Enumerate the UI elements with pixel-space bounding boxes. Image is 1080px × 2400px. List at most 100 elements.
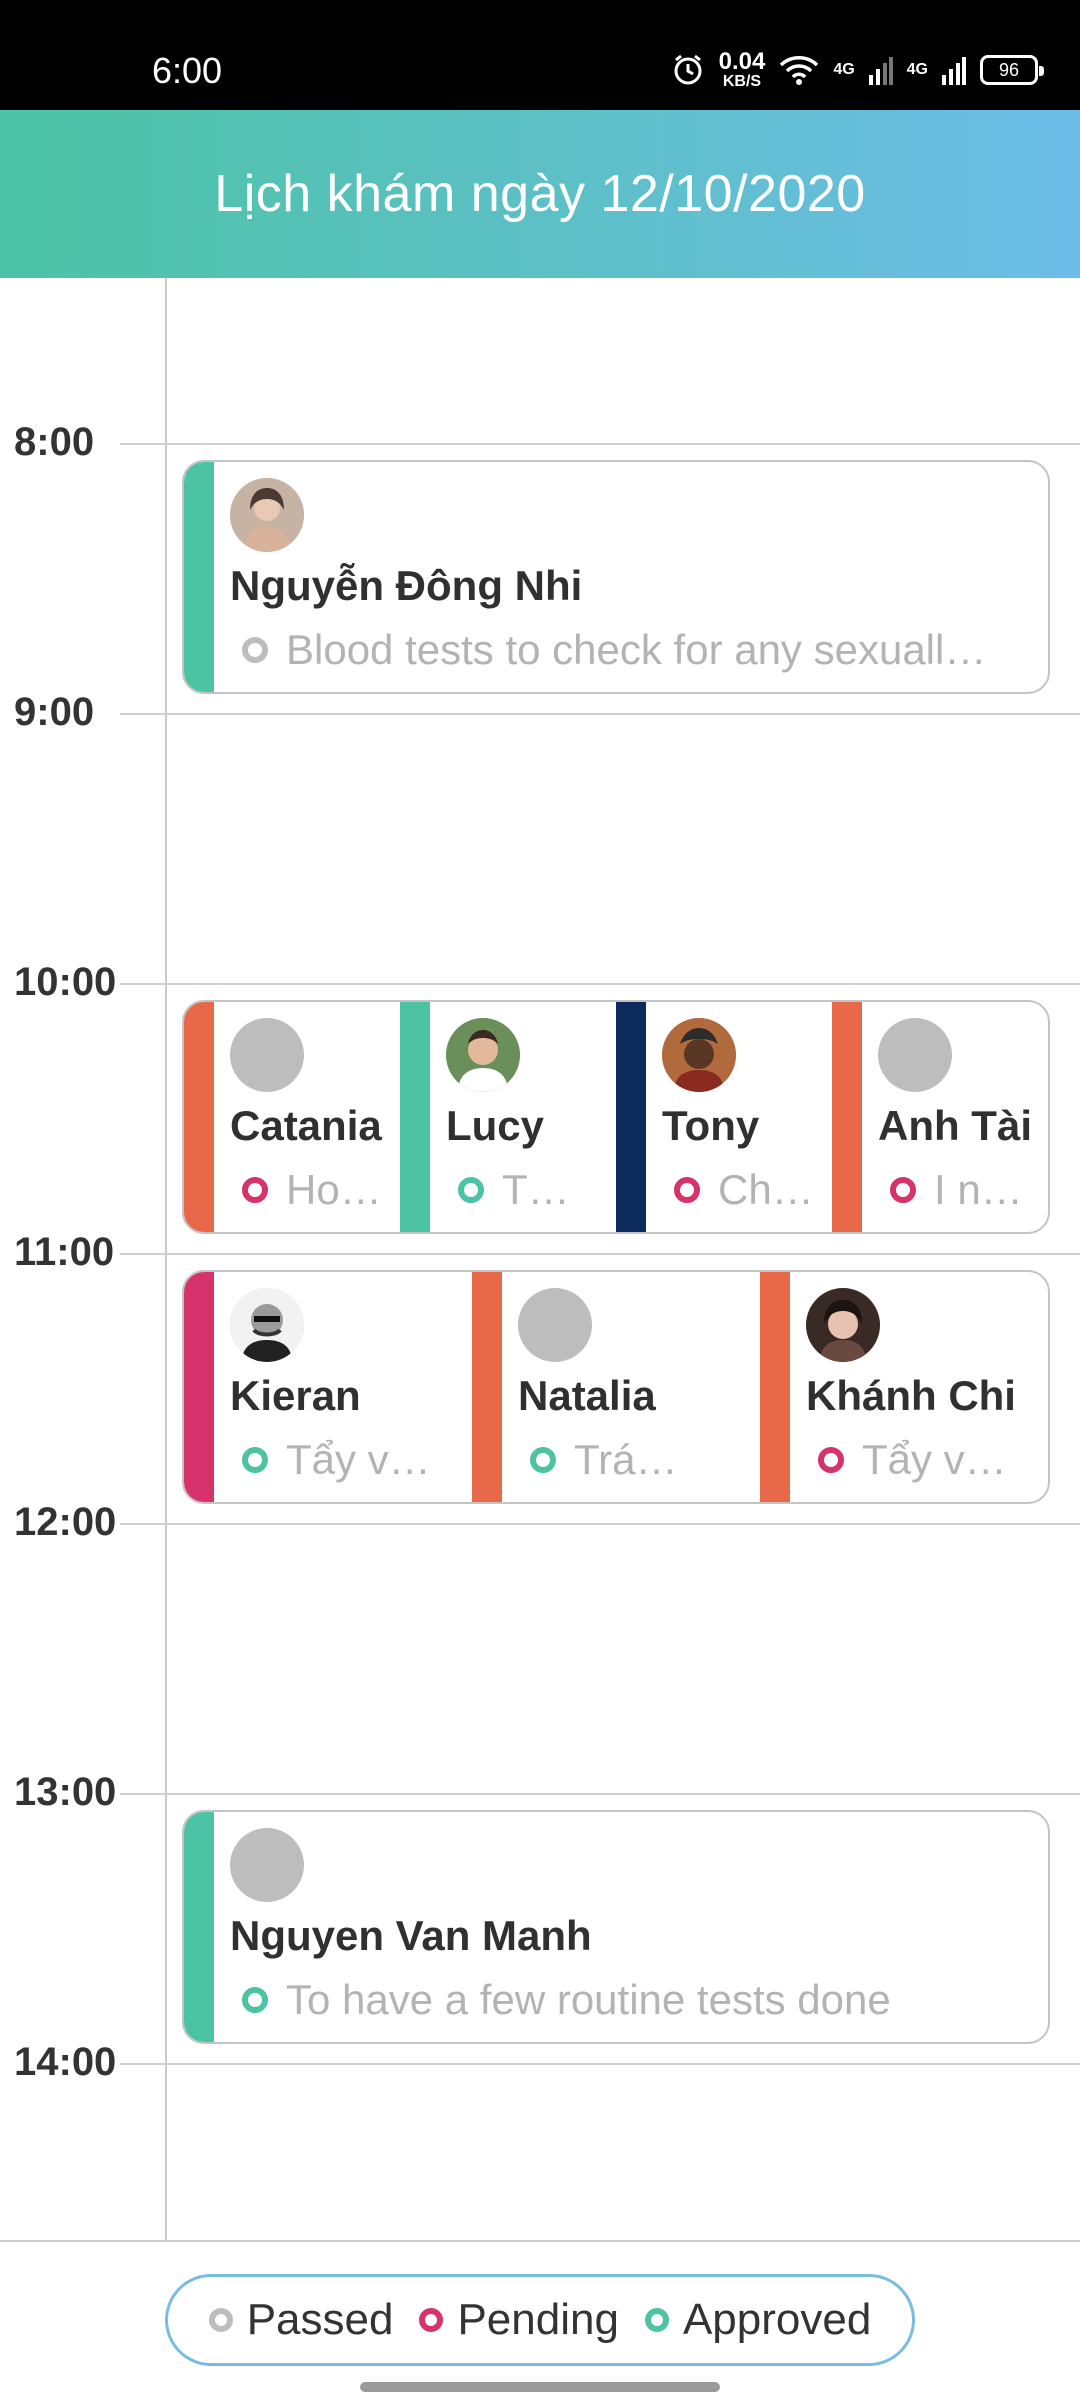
avatar-placeholder bbox=[230, 1018, 304, 1092]
appointment-card[interactable]: Khánh Chi Tẩy v… bbox=[760, 1272, 1048, 1502]
legend-label: Approved bbox=[682, 2295, 872, 2344]
speed-value: 0.04 bbox=[718, 48, 766, 75]
hour-line bbox=[120, 1793, 1080, 1795]
appointment-card[interactable]: Tony Ch… bbox=[616, 1002, 832, 1232]
status-color-bar bbox=[184, 1812, 214, 2042]
legend-label: Passed bbox=[246, 2295, 394, 2344]
patient-name: Catania bbox=[230, 1102, 382, 1149]
time-axis bbox=[165, 278, 167, 2240]
hour-line bbox=[120, 1523, 1080, 1525]
patient-name: Anh Tài bbox=[878, 1102, 1032, 1149]
event-group: Nguyễn Đông Nhi Blood tests to check for… bbox=[182, 460, 1050, 694]
network-speed: 0.04 KB/S bbox=[719, 50, 766, 90]
status-dot-approved bbox=[530, 1447, 556, 1473]
appointment-description: Trá… bbox=[574, 1436, 678, 1483]
hour-line bbox=[120, 443, 1080, 445]
appointment-card[interactable]: Catania Hol… bbox=[184, 1002, 400, 1232]
hour-label: 14:00 bbox=[14, 2040, 117, 2084]
status-color-bar bbox=[832, 1002, 862, 1232]
status-icons: 0.04 KB/S 4G 4G 96 bbox=[671, 50, 1044, 90]
status-dot-pending bbox=[674, 1177, 700, 1203]
hour-label: 12:00 bbox=[14, 1500, 117, 1544]
avatar bbox=[662, 1018, 736, 1092]
status-color-bar bbox=[184, 1002, 214, 1232]
appointment-description: Tẩy v… bbox=[862, 1436, 1007, 1483]
appointment-description: I ne… bbox=[934, 1166, 1038, 1213]
signal-icon bbox=[942, 55, 966, 85]
hour-label: 13:00 bbox=[14, 1770, 117, 1814]
avatar bbox=[230, 1288, 304, 1362]
status-color-bar bbox=[616, 1002, 646, 1232]
status-dot-pending bbox=[242, 1177, 268, 1203]
status-dot-approved bbox=[242, 1447, 268, 1473]
appointment-description: Hol… bbox=[286, 1166, 390, 1213]
avatar-placeholder bbox=[518, 1288, 592, 1362]
avatar-placeholder bbox=[230, 1828, 304, 1902]
status-time: 6:00 bbox=[152, 50, 223, 91]
avatar bbox=[806, 1288, 880, 1362]
approved-dot-icon bbox=[644, 2308, 669, 2332]
legend-label: Pending bbox=[457, 2295, 619, 2344]
legend-divider bbox=[0, 2240, 1080, 2242]
patient-name: Nguyễn Đông Nhi bbox=[230, 562, 583, 609]
appointment-card[interactable]: Anh Tài I ne… bbox=[832, 1002, 1048, 1232]
appointment-description: To have a few routine tests done bbox=[286, 1976, 891, 2023]
status-dot-pending bbox=[818, 1447, 844, 1473]
status-dot-approved bbox=[242, 1987, 268, 2013]
appointment-card[interactable]: Nguyen Van Manh To have a few routine te… bbox=[184, 1812, 1048, 2042]
battery-icon: 96 bbox=[980, 55, 1044, 85]
status-color-bar bbox=[184, 1272, 214, 1502]
home-indicator[interactable] bbox=[360, 2382, 720, 2392]
legend-item-pending: Pending bbox=[419, 2295, 619, 2345]
patient-name: Khánh Chi bbox=[806, 1372, 1016, 1419]
status-dot-pending bbox=[890, 1177, 916, 1203]
legend-item-passed: Passed bbox=[208, 2295, 394, 2345]
status-legend: Passed Pending Approved bbox=[165, 2274, 915, 2366]
patient-name: Natalia bbox=[518, 1372, 656, 1419]
status-color-bar bbox=[472, 1272, 502, 1502]
avatar bbox=[446, 1018, 520, 1092]
appointment-description: Blood tests to check for any sexuall… bbox=[286, 626, 987, 673]
wifi-icon bbox=[779, 54, 819, 86]
status-bar: 6:00 0.04 KB/S 4G 4G 96 bbox=[0, 0, 1080, 110]
appointment-card[interactable]: Lucy T… bbox=[400, 1002, 616, 1232]
legend-item-approved: Approved bbox=[644, 2295, 872, 2345]
schedule-timeline[interactable]: 8:00 9:00 10:00 11:00 12:00 13:00 14:00 … bbox=[0, 278, 1080, 2240]
patient-name: Tony bbox=[662, 1102, 760, 1149]
hour-label: 9:00 bbox=[14, 690, 95, 734]
status-color-bar bbox=[760, 1272, 790, 1502]
network-type-2: 4G bbox=[906, 61, 928, 78]
event-group: Nguyen Van Manh To have a few routine te… bbox=[182, 1810, 1050, 2044]
event-group: Catania Hol… Lucy T… Tony Ch… Anh Tài I … bbox=[182, 1000, 1050, 1234]
appointment-card[interactable]: Kieran Tẩy v… bbox=[184, 1272, 472, 1502]
appointment-card[interactable]: Nguyễn Đông Nhi Blood tests to check for… bbox=[184, 462, 1048, 692]
appointment-description: Ch… bbox=[718, 1166, 814, 1213]
event-group: Kieran Tẩy v… Natalia Trá… Khánh Chi Tẩy… bbox=[182, 1270, 1050, 1504]
passed-dot-icon bbox=[208, 2308, 233, 2332]
status-color-bar bbox=[184, 462, 214, 692]
appointment-card[interactable]: Natalia Trá… bbox=[472, 1272, 760, 1502]
page-title: Lịch khám ngày 12/10/2020 bbox=[214, 165, 866, 223]
appointment-description: T… bbox=[502, 1166, 570, 1213]
status-color-bar bbox=[400, 1002, 430, 1232]
avatar-placeholder bbox=[878, 1018, 952, 1092]
hour-line bbox=[120, 1253, 1080, 1255]
alarm-icon bbox=[671, 53, 705, 87]
patient-name: Kieran bbox=[230, 1372, 361, 1419]
hour-label: 8:00 bbox=[14, 420, 95, 464]
status-dot-approved bbox=[458, 1177, 484, 1203]
appointment-description: Tẩy v… bbox=[286, 1436, 431, 1483]
signal-icon bbox=[868, 55, 893, 85]
hour-line bbox=[120, 983, 1080, 985]
patient-name: Nguyen Van Manh bbox=[230, 1912, 592, 1959]
app-screen: 6:00 0.04 KB/S 4G 4G 96 Lịch khám ngày 1… bbox=[0, 0, 1080, 2400]
hour-line bbox=[120, 2063, 1080, 2065]
app-header: Lịch khám ngày 12/10/2020 bbox=[0, 110, 1080, 278]
hour-line bbox=[120, 713, 1080, 715]
hour-label: 10:00 bbox=[14, 960, 117, 1004]
network-type-1: 4G bbox=[833, 61, 855, 78]
patient-name: Lucy bbox=[446, 1102, 545, 1149]
avatar bbox=[230, 478, 304, 552]
hour-label: 11:00 bbox=[14, 1230, 115, 1274]
battery-level: 96 bbox=[998, 59, 1020, 80]
